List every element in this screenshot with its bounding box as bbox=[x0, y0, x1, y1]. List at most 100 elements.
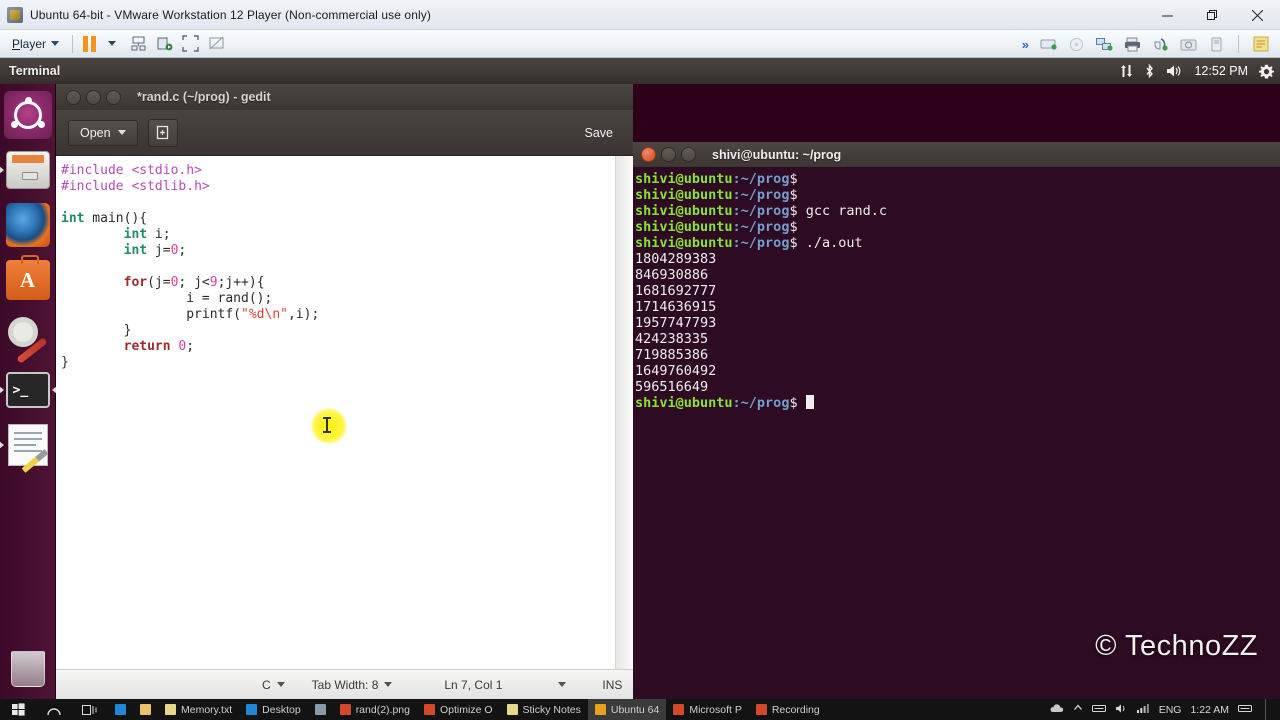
open-button-label: Open bbox=[80, 125, 111, 140]
taskbar-item-explorer[interactable] bbox=[133, 699, 158, 720]
cursor-position: Ln 7, Col 1 bbox=[444, 678, 502, 692]
gedit-minimize-button[interactable]: − bbox=[86, 89, 101, 105]
insert-mode-label: INS bbox=[602, 677, 623, 692]
pause-button[interactable] bbox=[80, 35, 99, 52]
launcher-item-software-center[interactable]: A bbox=[3, 255, 53, 305]
player-menu-button[interactable]: Player bbox=[6, 35, 65, 53]
gedit-maximize-button[interactable]: □ bbox=[106, 89, 121, 105]
taskbar-item-image[interactable] bbox=[308, 699, 333, 720]
code-token: <stdlib.h> bbox=[131, 179, 210, 194]
terminal-prompt-user: shivi@ubuntu bbox=[635, 203, 733, 219]
start-button[interactable] bbox=[0, 699, 36, 720]
statusbar-dropdown[interactable] bbox=[558, 682, 567, 687]
manage-vm-button[interactable] bbox=[151, 33, 177, 55]
wifi-icon[interactable] bbox=[1136, 703, 1150, 717]
player-menu-label-rest: layer bbox=[20, 36, 47, 51]
terminal-prompt-symbol: $ bbox=[789, 219, 798, 235]
gedit-close-button[interactable]: ✕ bbox=[66, 89, 81, 105]
bluetooth-icon[interactable] bbox=[1144, 63, 1155, 79]
terminal-line: 719885386 bbox=[635, 347, 1274, 363]
launcher-item-system-settings[interactable] bbox=[3, 310, 53, 364]
close-button[interactable] bbox=[1235, 0, 1280, 30]
taskbar-task-list: Memory.txt Desktop rand(2).png Optimize O St… bbox=[108, 699, 827, 720]
tray-clock[interactable]: 1:22 AM bbox=[1190, 704, 1229, 716]
camera-status-icon[interactable] bbox=[1175, 33, 1201, 55]
code-text[interactable]: #include <stdio.h> #include <stdlib.h> in… bbox=[56, 156, 615, 669]
harddisk-status-icon[interactable] bbox=[1035, 33, 1061, 55]
settings-gear-wrench-icon bbox=[6, 313, 50, 364]
cursor-position-label: Ln 7, Col 1 bbox=[444, 677, 503, 692]
network-up-down-icon[interactable] bbox=[1120, 64, 1133, 78]
toolbar-divider-right bbox=[1238, 35, 1239, 53]
double-chevron-right-icon[interactable]: » bbox=[1018, 37, 1033, 52]
terminal-output-line: 1649760492 bbox=[635, 363, 717, 379]
taskbar-item-word[interactable]: Microsoft P bbox=[666, 699, 749, 720]
gedit-statusbar: C Tab Width: 8 Ln 7, Col 1 INS bbox=[56, 669, 633, 699]
network-status-icon[interactable] bbox=[1091, 33, 1117, 55]
chevron-down-icon bbox=[117, 130, 126, 135]
save-button[interactable]: Save bbox=[577, 121, 622, 145]
toolbar-divider bbox=[72, 34, 74, 53]
open-button[interactable]: Open bbox=[68, 119, 138, 146]
send-ctrl-alt-del-button[interactable] bbox=[125, 33, 151, 55]
code-line: return 0; bbox=[61, 339, 615, 355]
code-token: 9 bbox=[209, 275, 218, 290]
launcher-item-terminal[interactable]: >_ bbox=[3, 365, 53, 415]
task-view-button[interactable] bbox=[72, 699, 108, 720]
show-desktop-button[interactable] bbox=[1265, 699, 1274, 720]
chevron-down-icon bbox=[384, 682, 393, 687]
taskbar-item-vmware[interactable]: Ubuntu 64 bbox=[587, 699, 667, 720]
minimize-button[interactable] bbox=[1145, 0, 1190, 30]
terminal-line: shivi@ubuntu:~/prog$ bbox=[635, 187, 1274, 203]
taskbar-item-rand[interactable]: rand(2).png bbox=[333, 699, 417, 720]
speaker-icon[interactable] bbox=[1166, 64, 1183, 78]
language-label: C bbox=[262, 677, 271, 692]
taskbar-item-notepad[interactable]: Memory.txt bbox=[158, 699, 239, 720]
language-selector[interactable]: C bbox=[262, 678, 285, 692]
gedit-editor-area[interactable]: #include <stdio.h> #include <stdlib.h> in… bbox=[56, 156, 633, 669]
cloud-icon[interactable] bbox=[1050, 703, 1064, 716]
launcher-item-files[interactable] bbox=[3, 145, 53, 195]
panel-clock[interactable]: 12:52 PM bbox=[1194, 64, 1248, 78]
speaker-icon[interactable] bbox=[1115, 703, 1127, 717]
gear-icon[interactable] bbox=[1259, 64, 1274, 79]
up-arrow-icon[interactable] bbox=[1073, 703, 1083, 716]
tab-width-selector[interactable]: Tab Width: 8 bbox=[312, 678, 393, 692]
terminal-titlebar: shivi@ubuntu: ~/prog bbox=[633, 142, 1280, 167]
taskbar-item-sticky[interactable]: Sticky Notes bbox=[500, 699, 588, 720]
taskbar-item-optimize[interactable]: Optimize O bbox=[417, 699, 500, 720]
terminal-line: 846930886 bbox=[635, 267, 1274, 283]
search-button[interactable] bbox=[36, 699, 72, 720]
unity-mode-button[interactable] bbox=[203, 33, 229, 55]
cdrom-status-icon[interactable] bbox=[1063, 33, 1089, 55]
terminal-prompt-path: :~/prog bbox=[732, 395, 790, 411]
notification-icon[interactable] bbox=[1238, 703, 1252, 717]
terminal-close-button[interactable] bbox=[641, 147, 656, 162]
terminal-icon: >_ bbox=[5, 372, 50, 408]
gedit-vertical-scrollbar[interactable] bbox=[615, 156, 633, 669]
launcher-item-dash[interactable] bbox=[3, 90, 53, 140]
text-cursor-icon bbox=[323, 417, 331, 433]
terminal-maximize-button[interactable] bbox=[681, 147, 696, 162]
network-icon[interactable] bbox=[1091, 703, 1106, 716]
taskbar-item-edge[interactable] bbox=[108, 699, 133, 720]
launcher-item-firefox[interactable] bbox=[3, 200, 53, 250]
launcher-item-gedit[interactable] bbox=[3, 420, 53, 473]
usb-status-icon[interactable] bbox=[1203, 33, 1229, 55]
new-document-button[interactable] bbox=[147, 118, 178, 147]
launcher-item-trash[interactable] bbox=[0, 651, 56, 687]
notes-button[interactable] bbox=[1248, 33, 1274, 55]
restore-button[interactable] bbox=[1190, 0, 1235, 30]
printer-status-icon[interactable] bbox=[1119, 33, 1145, 55]
terminal-minimize-button[interactable] bbox=[661, 147, 676, 162]
unity-app-menu[interactable]: Terminal bbox=[0, 64, 60, 78]
fullscreen-button[interactable] bbox=[177, 33, 203, 55]
taskbar-item-desktop[interactable]: Desktop bbox=[239, 699, 308, 720]
tray-language-label[interactable]: ENG bbox=[1159, 704, 1182, 716]
sound-status-icon[interactable] bbox=[1147, 33, 1173, 55]
ubuntu-logo-icon bbox=[3, 91, 52, 139]
taskbar-item-recording[interactable]: Recording bbox=[749, 699, 827, 720]
terminal-output-line: 719885386 bbox=[635, 347, 709, 363]
terminal-prompt-path: :~/prog bbox=[732, 235, 790, 251]
pause-dropdown-button[interactable] bbox=[99, 33, 125, 55]
